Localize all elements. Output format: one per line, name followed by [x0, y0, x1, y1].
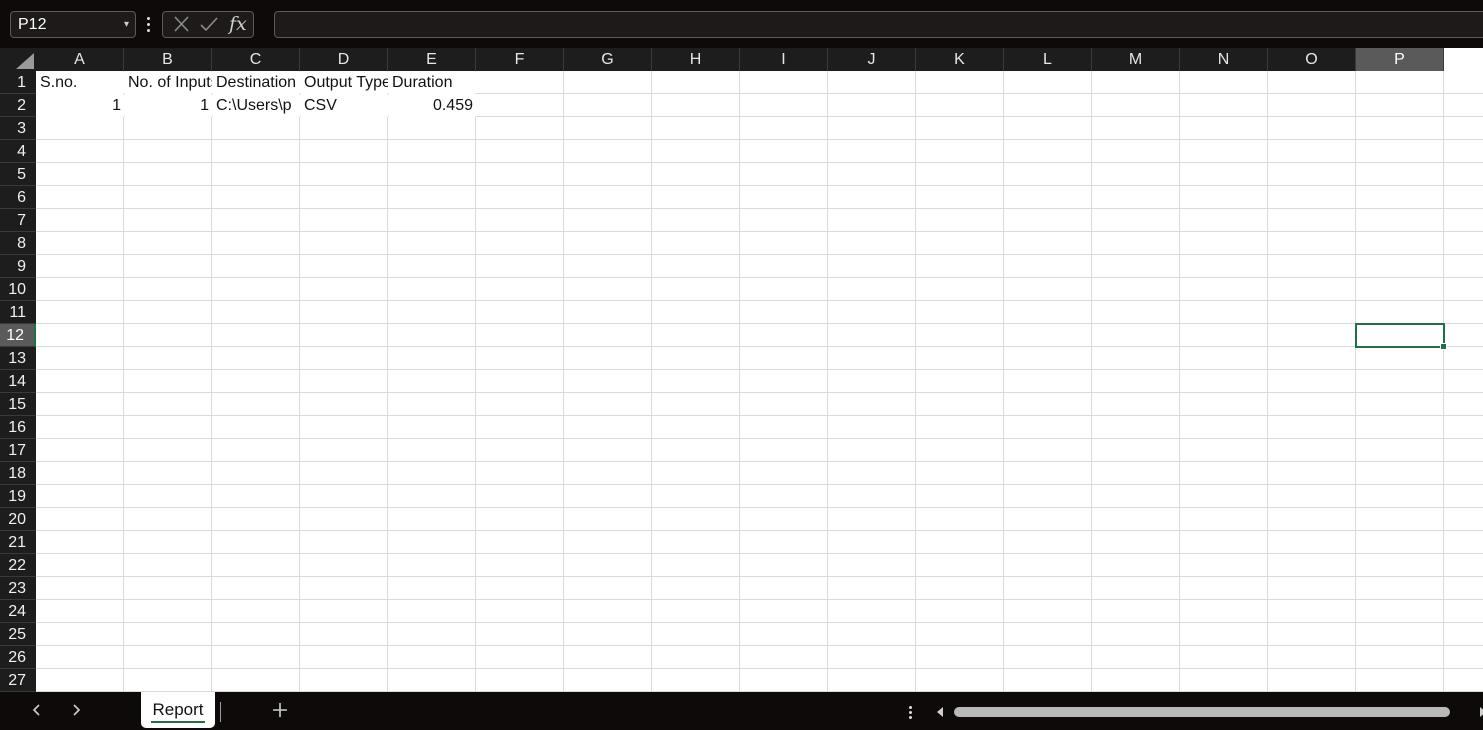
row-header-5[interactable]: 5: [0, 163, 36, 186]
column-header-p[interactable]: P: [1356, 48, 1444, 71]
scroll-right-icon[interactable]: [1477, 706, 1483, 718]
chevron-left-icon[interactable]: [27, 700, 47, 720]
x-icon[interactable]: [167, 12, 195, 37]
column-header-b[interactable]: B: [124, 48, 212, 71]
select-all-triangle-icon: [16, 53, 34, 69]
column-header-m[interactable]: M: [1092, 48, 1180, 71]
column-header-n[interactable]: N: [1180, 48, 1268, 71]
column-header-a[interactable]: A: [36, 48, 124, 71]
name-box[interactable]: P12 ▾: [10, 11, 136, 38]
fill-handle[interactable]: [1440, 343, 1447, 350]
column-header-f[interactable]: F: [476, 48, 564, 71]
cell-b1[interactable]: No. of Inputs: [125, 72, 212, 94]
cell-d1[interactable]: Output Type: [301, 72, 388, 94]
cell-a1[interactable]: S.no.: [37, 72, 124, 94]
spreadsheet-grid: ABCDEFGHIJKLMNOP 1 2 3 4 5 6 7 8 9 10 11 12 13 14 15 16…: [0, 48, 1483, 692]
column-header-o[interactable]: O: [1268, 48, 1356, 71]
row-header-2[interactable]: 2: [0, 94, 36, 117]
cell-b2[interactable]: 1: [125, 95, 212, 117]
row-header-15[interactable]: 15: [0, 393, 36, 416]
scroll-left-icon[interactable]: [934, 706, 946, 718]
row-header-8[interactable]: 8: [0, 232, 36, 255]
checkmark-icon[interactable]: [195, 12, 223, 37]
sheet-tab-bar: Report: [0, 692, 1483, 730]
row-header-19[interactable]: 19: [0, 485, 36, 508]
row-header-26[interactable]: 26: [0, 646, 36, 669]
column-header-g[interactable]: G: [564, 48, 652, 71]
insert-function-button[interactable]: fx: [229, 13, 247, 35]
row-header-14[interactable]: 14: [0, 370, 36, 393]
row-header-11[interactable]: 11: [0, 301, 36, 324]
column-header-j[interactable]: J: [828, 48, 916, 71]
row-header-12[interactable]: 12: [0, 324, 36, 347]
active-cell-p12[interactable]: [1355, 323, 1447, 350]
column-header-h[interactable]: H: [652, 48, 740, 71]
row-header-18[interactable]: 18: [0, 462, 36, 485]
plus-icon[interactable]: [270, 700, 290, 720]
formula-buttons: fx: [162, 11, 254, 38]
vertical-dots-icon[interactable]: [908, 704, 914, 720]
column-header-c[interactable]: C: [212, 48, 300, 71]
row-header-13[interactable]: 13: [0, 347, 36, 370]
column-header-k[interactable]: K: [916, 48, 1004, 71]
cell-e1[interactable]: Duration: [389, 72, 476, 94]
row-header-6[interactable]: 6: [0, 186, 36, 209]
tab-divider: [220, 702, 221, 722]
name-box-dropdown-icon[interactable]: ▾: [124, 12, 129, 37]
horizontal-scrollbar[interactable]: [934, 704, 1483, 720]
cell-c2[interactable]: C:\Users\p: [213, 95, 300, 117]
row-header-1[interactable]: 1: [0, 71, 36, 94]
chevron-right-icon[interactable]: [66, 700, 86, 720]
column-header-d[interactable]: D: [300, 48, 388, 71]
cell-area[interactable]: S.no. No. of Inputs Destination Output Type…: [36, 71, 1483, 692]
select-all-button[interactable]: [0, 48, 36, 71]
row-header-23[interactable]: 23: [0, 577, 36, 600]
row-header-10[interactable]: 10: [0, 278, 36, 301]
row-header-4[interactable]: 4: [0, 140, 36, 163]
formula-input[interactable]: [274, 11, 1483, 38]
column-header-e[interactable]: E: [388, 48, 476, 71]
name-box-value: P12: [18, 16, 47, 33]
row-header-27[interactable]: 27: [0, 669, 36, 692]
row-header-16[interactable]: 16: [0, 416, 36, 439]
cell-a2[interactable]: 1: [37, 95, 124, 117]
sheet-tab-label: Report: [152, 700, 204, 719]
cell-c1[interactable]: Destination: [213, 72, 300, 94]
row-header-17[interactable]: 17: [0, 439, 36, 462]
row-header-9[interactable]: 9: [0, 255, 36, 278]
scrollbar-thumb[interactable]: [954, 707, 1450, 717]
row-header-7[interactable]: 7: [0, 209, 36, 232]
sheet-tab-report[interactable]: Report: [141, 692, 215, 728]
row-header-25[interactable]: 25: [0, 623, 36, 646]
cell-e2[interactable]: 0.459: [389, 95, 476, 117]
row-header-20[interactable]: 20: [0, 508, 36, 531]
cell-d2[interactable]: CSV: [301, 95, 388, 117]
row-header-22[interactable]: 22: [0, 554, 36, 577]
active-tab-indicator: [151, 721, 205, 723]
row-header-21[interactable]: 21: [0, 531, 36, 554]
vertical-dots-icon[interactable]: [145, 13, 153, 35]
row-header-24[interactable]: 24: [0, 600, 36, 623]
formula-bar: P12 ▾ fx: [0, 0, 1483, 48]
row-header-3[interactable]: 3: [0, 117, 36, 140]
column-header-i[interactable]: I: [740, 48, 828, 71]
column-header-l[interactable]: L: [1004, 48, 1092, 71]
